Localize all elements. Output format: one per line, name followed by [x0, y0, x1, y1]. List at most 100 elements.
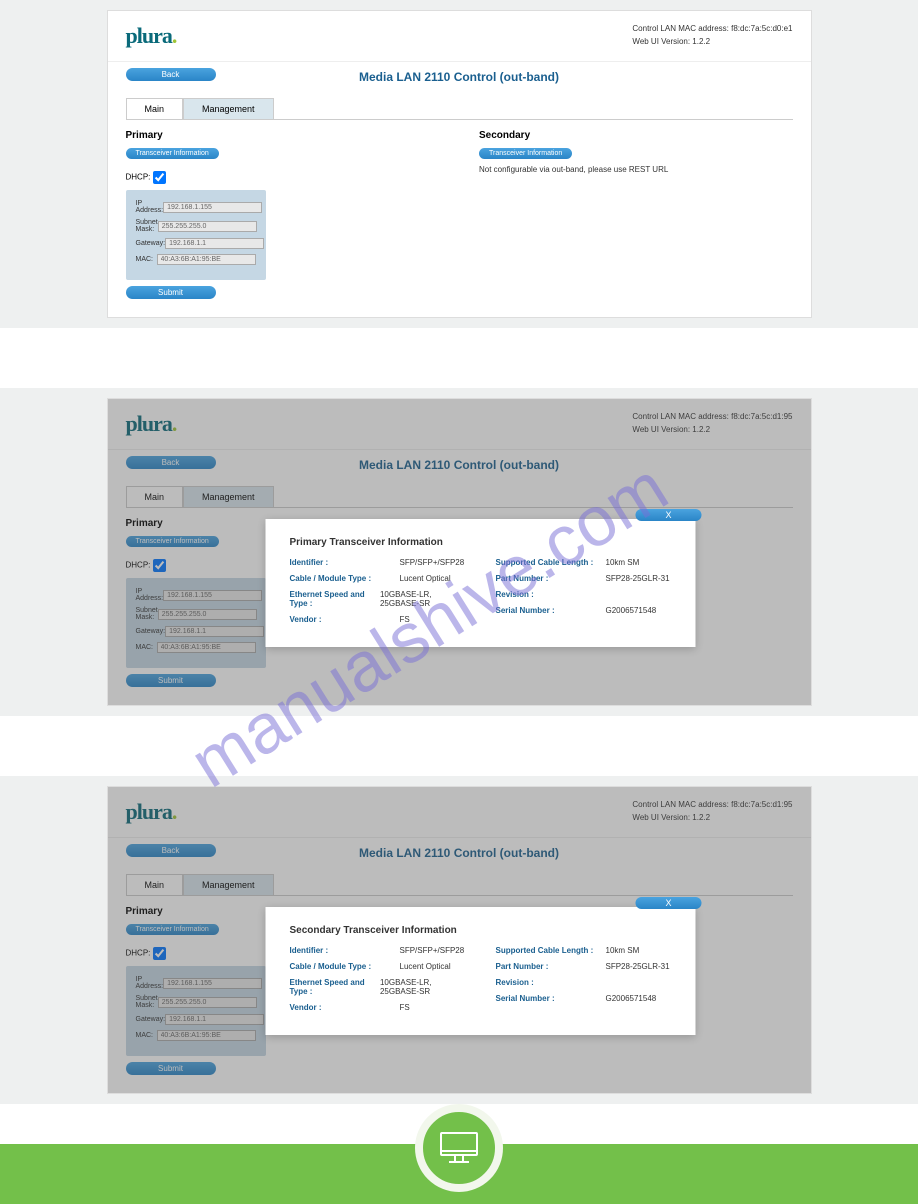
submit-button[interactable]: Submit	[126, 674, 216, 687]
vendor-label: Vendor :	[290, 615, 400, 624]
logo: plura.	[126, 799, 177, 825]
gw-label: Gateway:	[136, 240, 166, 247]
submit-button[interactable]: Submit	[126, 286, 216, 299]
submit-button[interactable]: Submit	[126, 1062, 216, 1075]
part-value: SFP28-25GLR-31	[606, 962, 670, 971]
mask-input[interactable]	[158, 609, 257, 620]
tabs: Main Management	[126, 98, 793, 120]
part-value: SFP28-25GLR-31	[606, 574, 670, 583]
app-window-dimmed: plura. Control LAN MAC address: f8:dc:7a…	[107, 786, 812, 1094]
mac-label: MAC:	[136, 1032, 157, 1039]
header-info: Control LAN MAC address: f8:dc:7a:5c:d1:…	[632, 799, 792, 825]
vendor-label: Vendor :	[290, 1003, 400, 1012]
modal-close-button[interactable]: X	[635, 897, 701, 909]
tabs: Main Management	[126, 486, 793, 508]
rev-label: Revision :	[496, 978, 606, 987]
header-info: Control LAN MAC address: f8:dc:7a:5c:d0:…	[632, 23, 792, 49]
cable-label: Cable / Module Type :	[290, 574, 400, 583]
cable-value: Lucent Optical	[400, 962, 451, 971]
ip-input[interactable]	[163, 978, 262, 989]
primary-transceiver-info-button[interactable]: Transceiver Information	[126, 536, 219, 547]
modal-title: Primary Transceiver Information	[290, 537, 672, 548]
gw-input[interactable]	[165, 1014, 264, 1025]
logo: plura.	[126, 23, 177, 49]
screenshot-2: plura. Control LAN MAC address: f8:dc:7a…	[0, 388, 918, 716]
eth-value: 10GBASE-LR, 25GBASE-SR	[380, 978, 466, 996]
rev-label: Revision :	[496, 590, 606, 599]
gw-input[interactable]	[165, 626, 264, 637]
app-window-dimmed: plura. Control LAN MAC address: f8:dc:7a…	[107, 398, 812, 706]
ip-label: IP Address:	[136, 976, 164, 990]
mac-input[interactable]	[157, 1030, 256, 1041]
secondary-note: Not configurable via out-band, please us…	[479, 165, 793, 174]
scl-value: 10km SM	[606, 946, 640, 955]
secondary-column: Secondary Transceiver Information Not co…	[479, 130, 793, 299]
identifier-label: Identifier :	[290, 946, 400, 955]
scl-label: Supported Cable Length :	[496, 558, 606, 567]
back-button[interactable]: Back	[126, 68, 216, 81]
identifier-value: SFP/SFP+/SFP28	[400, 946, 465, 955]
sn-label: Serial Number :	[496, 606, 606, 615]
screenshot-1: plura. Control LAN MAC address: f8:dc:7a…	[0, 0, 918, 328]
modal-close-button[interactable]: X	[635, 509, 701, 521]
gw-label: Gateway:	[136, 628, 166, 635]
eth-value: 10GBASE-LR, 25GBASE-SR	[380, 590, 466, 608]
mask-input[interactable]	[158, 997, 257, 1008]
secondary-transceiver-modal: X Secondary Transceiver Information Iden…	[266, 907, 696, 1035]
tab-management[interactable]: Management	[183, 486, 274, 507]
dhcp-checkbox[interactable]	[153, 947, 166, 960]
dhcp-label: DHCP:	[126, 949, 151, 958]
tab-main[interactable]: Main	[126, 874, 184, 895]
primary-transceiver-modal: X Primary Transceiver Information Identi…	[266, 519, 696, 647]
dhcp-label: DHCP:	[126, 561, 151, 570]
mask-label: Subnet Mask:	[136, 607, 158, 621]
eth-label: Ethernet Speed and Type :	[290, 978, 380, 996]
dhcp-checkbox[interactable]	[153, 559, 166, 572]
screenshot-3: plura. Control LAN MAC address: f8:dc:7a…	[0, 776, 918, 1104]
logo: plura.	[126, 411, 177, 437]
sn-value: G2006571548	[606, 994, 657, 1003]
tab-main[interactable]: Main	[126, 98, 184, 119]
gw-label: Gateway:	[136, 1016, 166, 1023]
ip-input[interactable]	[163, 202, 262, 213]
back-button[interactable]: Back	[126, 456, 216, 469]
tab-main[interactable]: Main	[126, 486, 184, 507]
sn-label: Serial Number :	[496, 994, 606, 1003]
header-info: Control LAN MAC address: f8:dc:7a:5c:d1:…	[632, 411, 792, 437]
gw-input[interactable]	[165, 238, 264, 249]
identifier-value: SFP/SFP+/SFP28	[400, 558, 465, 567]
secondary-transceiver-info-button[interactable]: Transceiver Information	[479, 148, 572, 159]
eth-label: Ethernet Speed and Type :	[290, 590, 380, 608]
ip-input[interactable]	[163, 590, 262, 601]
primary-column: Primary Transceiver Information DHCP: IP…	[126, 130, 440, 299]
mac-input[interactable]	[157, 254, 256, 265]
secondary-label: Secondary	[479, 130, 793, 141]
dhcp-row: DHCP:	[126, 171, 440, 184]
vendor-value: FS	[400, 615, 410, 624]
cable-value: Lucent Optical	[400, 574, 451, 583]
mask-label: Subnet Mask:	[136, 219, 158, 233]
config-box: IP Address: Subnet Mask: Gateway: MAC:	[126, 190, 266, 280]
footer	[0, 1144, 918, 1204]
monitor-icon	[439, 1131, 479, 1165]
identifier-label: Identifier :	[290, 558, 400, 567]
back-button[interactable]: Back	[126, 844, 216, 857]
primary-label: Primary	[126, 130, 440, 141]
ip-label: IP Address:	[136, 200, 164, 214]
tab-management[interactable]: Management	[183, 98, 274, 119]
mac-input[interactable]	[157, 642, 256, 653]
cable-label: Cable / Module Type :	[290, 962, 400, 971]
part-label: Part Number :	[496, 574, 606, 583]
mask-label: Subnet Mask:	[136, 995, 158, 1009]
tab-management[interactable]: Management	[183, 874, 274, 895]
part-label: Part Number :	[496, 962, 606, 971]
app-window: plura. Control LAN MAC address: f8:dc:7a…	[107, 10, 812, 318]
sn-value: G2006571548	[606, 606, 657, 615]
primary-transceiver-info-button[interactable]: Transceiver Information	[126, 924, 219, 935]
vendor-value: FS	[400, 1003, 410, 1012]
mask-input[interactable]	[158, 221, 257, 232]
dhcp-checkbox[interactable]	[153, 171, 166, 184]
primary-transceiver-info-button[interactable]: Transceiver Information	[126, 148, 219, 159]
mac-label: MAC:	[136, 644, 157, 651]
modal-title: Secondary Transceiver Information	[290, 925, 672, 936]
